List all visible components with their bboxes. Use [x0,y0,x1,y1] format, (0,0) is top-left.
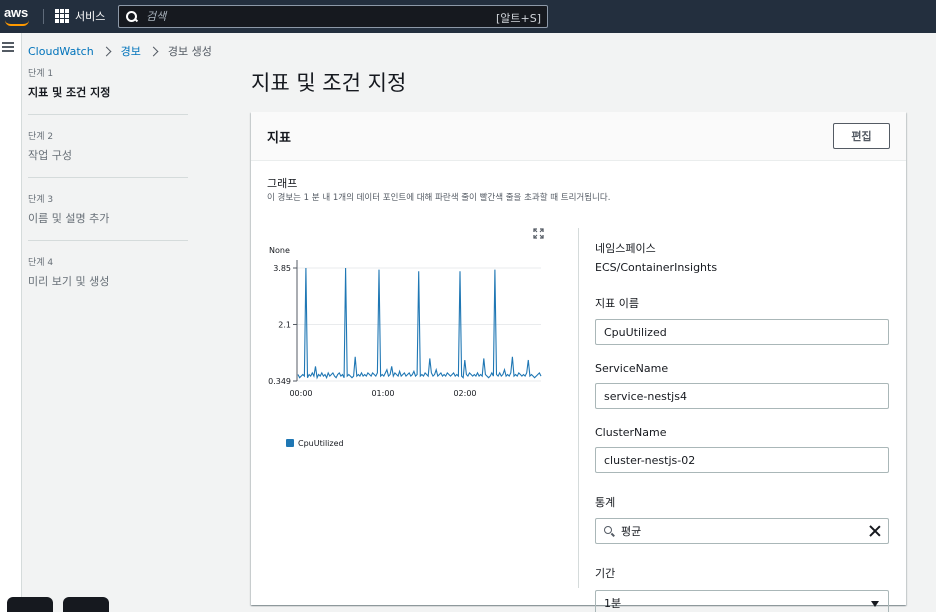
y-tick-label: 3.85 [273,264,291,273]
step-title: 미리 보기 및 생성 [28,275,110,288]
caret-down-icon [871,601,879,607]
floating-button-2[interactable] [63,597,109,612]
x-tick-label: 00:00 [289,389,312,398]
metric-name-label: 지표 이름 [595,297,639,310]
global-search-box[interactable]: [알트+S] [118,5,548,28]
step-title: 이름 및 설명 추가 [28,212,110,225]
cpu-chart: None 3.85 2.1 0.349 00:00 01:00 02:00 CpuUtil… [268,246,542,448]
y-tick-label: 2.1 [278,320,291,329]
service-name-field[interactable] [595,383,889,409]
statistic-search-field[interactable]: 평균 [595,518,889,544]
period-select[interactable]: 1분 [595,590,889,612]
series-line-cpuutilized [297,267,542,380]
metric-details-form: 네임스페이스 ECS/ContainerInsights 지표 이름 Servi… [595,240,889,612]
wizard-step-1: 단계 1 지표 및 조건 지정 [28,66,188,115]
metric-panel: 지표 편집 그래프 이 경보는 1 분 내 1개의 데이터 포인트에 대해 파란… [251,112,906,612]
chevron-right-icon [101,46,112,56]
service-name-label: ServiceName [595,362,669,375]
grid-icon [55,9,69,23]
search-shortcut-hint: [알트+S] [495,12,541,25]
clear-icon[interactable] [868,524,882,538]
edit-button[interactable]: 편집 [833,123,890,149]
floating-button-1[interactable] [7,597,53,612]
period-label: 기간 [595,567,616,580]
x-tick-label: 01:00 [371,389,394,398]
step-title: 지표 및 조건 지정 [28,86,111,99]
aws-logo[interactable]: aws [4,5,32,27]
page-title: 지표 및 조건 지정 [251,71,407,95]
graph-label: 그래프 [267,177,298,190]
nav-divider [43,9,44,24]
namespace-value: ECS/ContainerInsights [595,261,718,274]
wizard-steps: 단계 1 지표 및 조건 지정 단계 2 작업 구성 단계 3 이름 및 설명 … [28,66,188,317]
statistic-value: 평균 [621,525,642,538]
metric-name-field[interactable] [595,319,889,345]
step-number: 단계 2 [28,132,54,142]
graph-description: 이 경보는 1 분 내 1개의 데이터 포인트에 대해 파란색 줄이 빨간색 줄… [267,193,611,203]
cluster-name-label: ClusterName [595,426,667,439]
search-input[interactable] [146,10,486,23]
aws-logo-text: aws [4,5,28,20]
services-menu-button[interactable]: 서비스 [55,8,105,24]
panel-title: 지표 [267,131,291,146]
vertical-divider [578,228,579,588]
breadcrumb-alarms[interactable]: 경보 [121,43,141,59]
chevron-right-icon [148,46,159,56]
cluster-name-field[interactable] [595,447,889,473]
breadcrumb: CloudWatch 경보 경보 생성 [28,43,212,59]
namespace-label: 네임스페이스 [595,242,656,255]
wizard-step-4: 단계 4 미리 보기 및 생성 [28,255,188,303]
legend-swatch [286,439,294,447]
wizard-step-2: 단계 2 작업 구성 [28,129,188,178]
step-number: 단계 4 [28,258,54,268]
panel-header: 지표 편집 [251,112,906,161]
top-navigation-bar: aws 서비스 [알트+S] [0,0,936,33]
search-icon [604,525,615,537]
step-number: 단계 3 [28,195,54,205]
aws-smile-icon [5,20,29,26]
chart-unit-label: None [269,246,290,255]
legend-label: CpuUtilized [298,439,344,448]
period-value: 1분 [604,597,622,610]
statistic-label: 통계 [595,496,616,509]
menu-icon[interactable] [2,42,14,52]
x-tick-label: 02:00 [453,389,476,398]
wizard-step-3: 단계 3 이름 및 설명 추가 [28,192,188,241]
search-icon [126,10,138,23]
breadcrumb-cloudwatch[interactable]: CloudWatch [28,45,94,58]
step-title: 작업 구성 [28,149,72,162]
step-number: 단계 1 [28,69,54,79]
services-label: 서비스 [75,10,106,23]
y-tick-label: 0.349 [268,377,291,386]
side-nav-strip [0,33,22,612]
breadcrumb-create-alarm: 경보 생성 [167,45,212,58]
